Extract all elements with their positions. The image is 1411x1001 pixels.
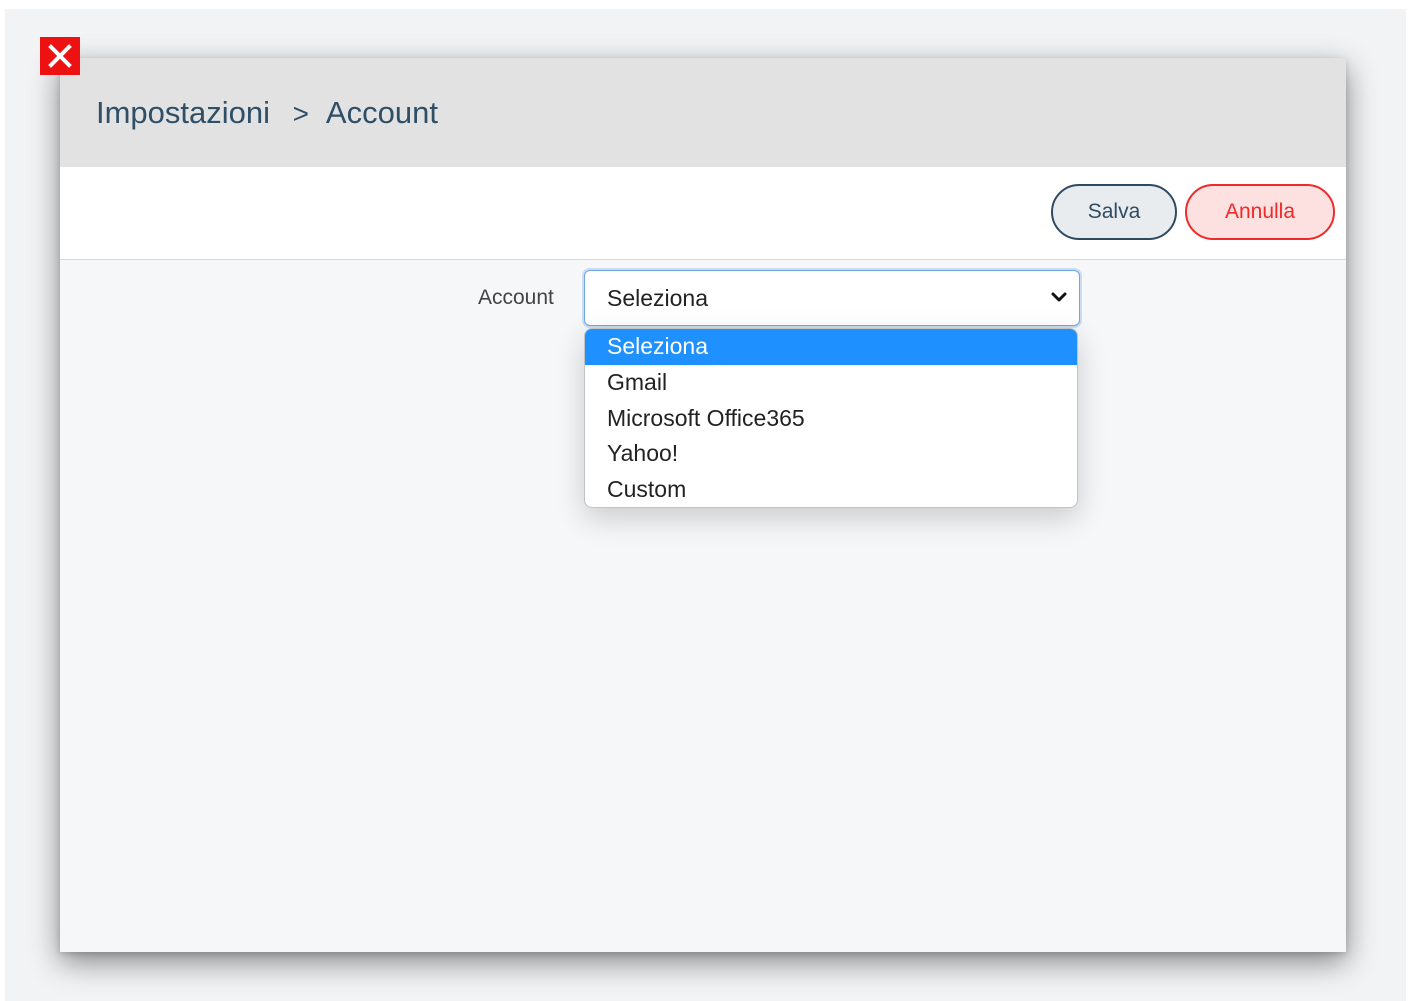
chevron-down-icon bbox=[1051, 292, 1067, 302]
dropdown-option[interactable]: Microsoft Office365 bbox=[585, 401, 1077, 437]
account-dropdown-list: Seleziona Gmail Microsoft Office365 Yahoo! C… bbox=[584, 328, 1078, 508]
dropdown-option[interactable]: Yahoo! bbox=[585, 436, 1077, 472]
account-select-value: Seleziona bbox=[607, 285, 709, 311]
dropdown-option[interactable]: Gmail bbox=[585, 365, 1077, 401]
breadcrumb-separator: > bbox=[292, 97, 310, 129]
dropdown-option[interactable]: Custom bbox=[585, 472, 1077, 507]
settings-dialog: Impostazioni > Account Salva Annulla Acc… bbox=[60, 58, 1346, 952]
save-button[interactable]: Salva bbox=[1051, 184, 1177, 240]
dropdown-option[interactable]: Seleziona bbox=[585, 329, 1077, 365]
breadcrumb-parent: Impostazioni bbox=[96, 94, 271, 130]
close-button[interactable] bbox=[40, 37, 80, 75]
dialog-header: Impostazioni > Account bbox=[60, 58, 1346, 167]
close-icon bbox=[48, 44, 72, 68]
cancel-button[interactable]: Annulla bbox=[1185, 184, 1335, 240]
dialog-toolbar: Salva Annulla bbox=[60, 167, 1346, 260]
breadcrumb-current: Account bbox=[325, 94, 438, 130]
breadcrumb: Impostazioni > Account bbox=[96, 95, 438, 131]
account-select[interactable]: Seleziona bbox=[584, 270, 1080, 326]
account-field-label: Account bbox=[478, 286, 554, 309]
